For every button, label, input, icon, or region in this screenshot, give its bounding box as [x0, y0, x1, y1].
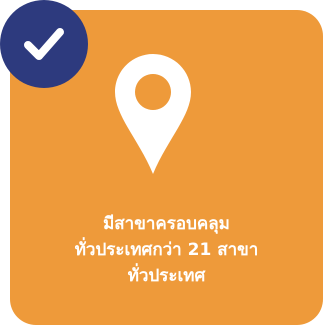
- caption-line-3: ทั่วประเทศ: [127, 266, 206, 286]
- caption-line-1: มีสาขาครอบคลุม: [103, 214, 230, 234]
- coverage-caption: มีสาขาครอบคลุม ทั่วประเทศกว่า 21 สาขา ทั…: [10, 211, 323, 289]
- map-pin-icon: [115, 54, 191, 174]
- caption-line-2: ทั่วประเทศกว่า 21 สาขา: [74, 240, 259, 260]
- checkmark-icon: [19, 19, 69, 69]
- check-badge: [0, 0, 88, 88]
- feature-tile: มีสาขาครอบคลุม ทั่วประเทศกว่า 21 สาขา ทั…: [0, 0, 324, 326]
